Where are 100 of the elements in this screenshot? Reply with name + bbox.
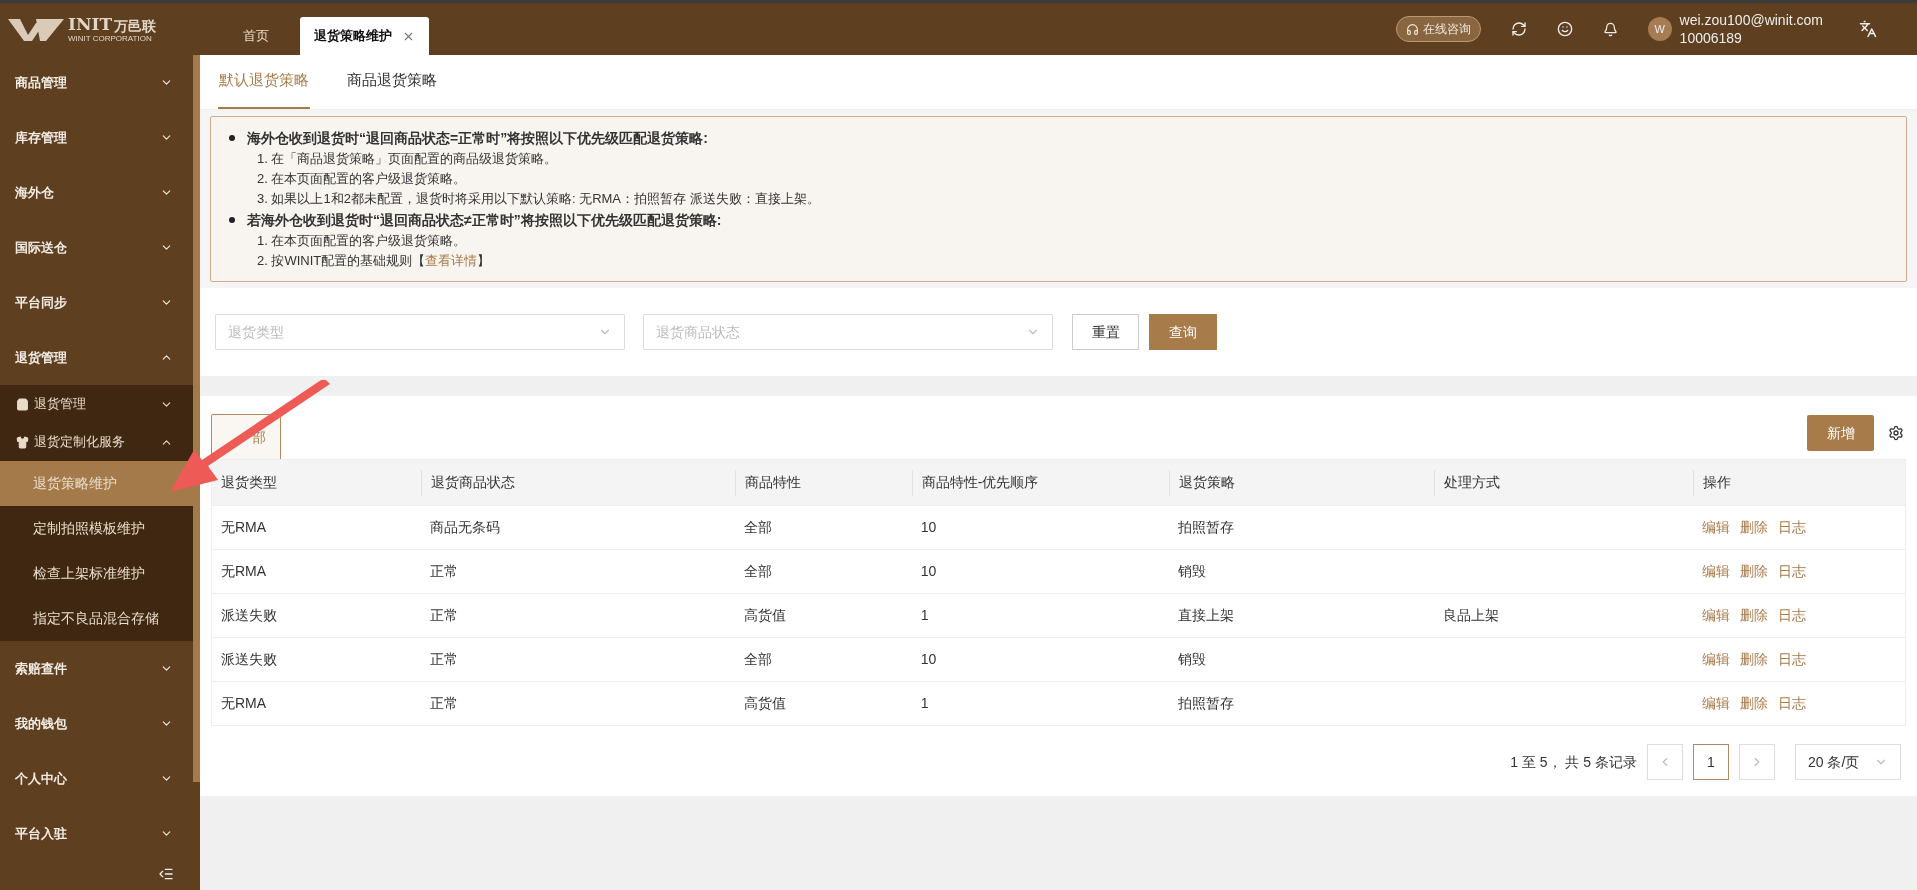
- page-tab[interactable]: 首页: [212, 17, 300, 55]
- submenu-item[interactable]: 退货定制化服务: [0, 423, 193, 461]
- table-cell: 高货值: [744, 695, 787, 711]
- notice-line: 3. 如果以上1和2都未配置，退货时将采用以下默认策略: 无RMA：拍照暂存 派送失败：直接上架。: [256, 190, 821, 208]
- row-action-link[interactable]: 日志: [1778, 649, 1807, 670]
- sidebar-item[interactable]: 我的钱包: [0, 696, 193, 751]
- bell-icon[interactable]: [1602, 21, 1618, 37]
- submenu-link[interactable]: 定制拍照模板维护: [0, 506, 193, 551]
- submenu-label: 退货管理: [34, 395, 86, 414]
- table-cell: 1: [920, 607, 929, 623]
- table-cell: 全部: [744, 519, 773, 535]
- bullet-icon: [229, 135, 235, 141]
- collapse-menu-icon[interactable]: [158, 866, 174, 882]
- table-cell: 直接上架: [1178, 607, 1235, 623]
- row-action-link[interactable]: 日志: [1778, 693, 1807, 714]
- account-number: 10006189: [1679, 29, 1743, 47]
- search-button[interactable]: 查询: [1149, 314, 1217, 350]
- page-button[interactable]: 1: [1693, 744, 1729, 780]
- notice-line: 1. 在本页面配置的客户级退货策略。: [256, 232, 468, 250]
- sidebar-item[interactable]: 平台入驻: [0, 806, 193, 861]
- table-cell: 全部: [744, 563, 773, 579]
- table-cell: 正常: [429, 563, 458, 579]
- logo-name: 万邑联: [114, 18, 157, 33]
- row-action-link[interactable]: 删除: [1740, 605, 1769, 626]
- refresh-icon[interactable]: [1510, 21, 1527, 37]
- table-cell: 全部: [744, 651, 773, 667]
- bullet-icon: [229, 217, 235, 223]
- submenu-link[interactable]: 指定不良品混合存储: [0, 596, 193, 641]
- row-action-link[interactable]: 编辑: [1702, 517, 1731, 538]
- table-cell: 10: [920, 651, 937, 667]
- row-action-link[interactable]: 编辑: [1702, 605, 1731, 626]
- notice-line: 2. 在本页面配置的客户级退货策略。: [256, 170, 468, 188]
- column-header: 处理方式: [1433, 469, 1694, 496]
- row-action-link[interactable]: 删除: [1740, 517, 1769, 538]
- notice-heading: 海外仓收到退货时“退回商品状态=正常时”将按照以下优先级匹配退货策略:: [247, 129, 708, 148]
- bag-icon: [16, 397, 29, 411]
- table-cell: 拍照暂存: [1178, 695, 1235, 711]
- table-cell: 正常: [429, 695, 458, 711]
- add-button[interactable]: 新增: [1807, 415, 1874, 451]
- page-tab[interactable]: 退货策略维护: [300, 17, 429, 55]
- row-action-link[interactable]: 删除: [1740, 561, 1769, 582]
- online-consult-button[interactable]: 在线咨询: [1395, 16, 1481, 42]
- column-header: 商品特性: [735, 469, 912, 496]
- scrollbar[interactable]: [193, 55, 200, 782]
- avatar[interactable]: W: [1647, 17, 1672, 41]
- strategy-tab[interactable]: 商品退货策略: [346, 54, 438, 109]
- settings-icon[interactable]: [1888, 425, 1904, 441]
- sidebar-item[interactable]: 个人中心: [0, 751, 193, 806]
- row-action-link[interactable]: 编辑: [1702, 693, 1731, 714]
- table-cell: 10: [920, 563, 937, 579]
- sidebar-item[interactable]: 海外仓: [0, 165, 193, 220]
- row-action-link[interactable]: 日志: [1778, 561, 1807, 582]
- sidebar-item[interactable]: 国际送仓: [0, 220, 193, 275]
- submenu-label: 退货定制化服务: [34, 433, 125, 452]
- column-header: 商品特性-优先顺序: [911, 469, 1170, 496]
- row-action-link[interactable]: 编辑: [1702, 649, 1731, 670]
- submenu-link[interactable]: 退货策略维护: [0, 461, 193, 506]
- table-cell: 正常: [429, 607, 458, 623]
- smile-icon[interactable]: [1556, 21, 1573, 37]
- row-action-link[interactable]: 删除: [1740, 693, 1769, 714]
- table-cell: 无RMA: [221, 563, 267, 579]
- user-email: wei.zou100@winit.com: [1679, 11, 1823, 29]
- table-cell: 1: [920, 695, 929, 711]
- shirt-icon: [16, 435, 29, 449]
- pagination-summary: 1 至 5， 共 5 条记录: [1510, 752, 1637, 772]
- language-icon[interactable]: [1859, 20, 1877, 38]
- table-cell: 拍照暂存: [1178, 519, 1235, 535]
- column-header: 退货商品状态: [420, 469, 736, 496]
- notice-line: 2. 按WINIT配置的基础规则【查看详情】: [256, 252, 492, 270]
- table-cell: 销毁: [1178, 563, 1207, 579]
- column-header: 退货策略: [1169, 469, 1434, 496]
- sidebar-item[interactable]: 退货管理: [0, 330, 193, 385]
- notice-line: 1. 在「商品退货策略」页面配置的商品级退货策略。: [256, 150, 559, 168]
- table-cell: 10: [920, 519, 937, 535]
- row-action-link[interactable]: 编辑: [1702, 561, 1731, 582]
- sidebar-item[interactable]: 库存管理: [0, 110, 193, 165]
- notice-heading: 若海外仓收到退货时“退回商品状态≠正常时”将按照以下优先级匹配退货策略:: [247, 211, 722, 230]
- table-cell: 高货值: [744, 607, 787, 623]
- column-header: 退货类型: [220, 473, 278, 492]
- tab-label: 首页: [243, 27, 269, 46]
- column-header: 操作: [1693, 469, 1905, 496]
- row-action-link[interactable]: 日志: [1778, 517, 1807, 538]
- table-cell: 派送失败: [221, 651, 277, 667]
- table-cell: 派送失败: [221, 607, 277, 623]
- table-cell: 良品上架: [1442, 607, 1499, 623]
- sidebar-item[interactable]: 索赔查件: [0, 641, 193, 696]
- select-placeholder: 退货商品状态: [656, 322, 740, 342]
- logo-mark: INIT: [68, 15, 113, 33]
- table-cell: 无RMA: [221, 519, 267, 535]
- sidebar-item[interactable]: 平台同步: [0, 275, 193, 330]
- page-size-select[interactable]: 20 条/页: [1795, 744, 1901, 780]
- row-action-link[interactable]: 日志: [1778, 605, 1807, 626]
- submenu-item[interactable]: 退货管理: [0, 385, 193, 423]
- headset-icon: [1405, 22, 1419, 36]
- reset-button[interactable]: 重置: [1072, 314, 1139, 350]
- view-details-link[interactable]: 查看详情: [425, 253, 478, 268]
- sidebar-item[interactable]: 商品管理: [0, 55, 193, 110]
- submenu-link[interactable]: 检查上架标准维护: [0, 551, 193, 596]
- table-cell: 销毁: [1178, 651, 1207, 667]
- row-action-link[interactable]: 删除: [1740, 649, 1769, 670]
